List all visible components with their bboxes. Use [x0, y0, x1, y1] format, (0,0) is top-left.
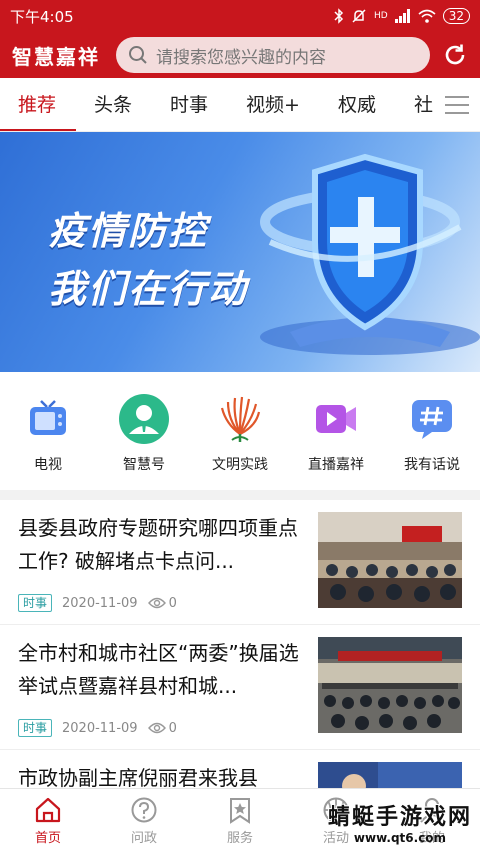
video-camera-icon — [316, 405, 356, 433]
tab-headlines[interactable]: 头条 — [94, 78, 132, 131]
shortcut-speak-up-label: 我有话说 — [404, 457, 460, 473]
category-tag: 时事 — [18, 594, 53, 612]
bluetooth-icon — [334, 8, 344, 24]
shortcut-grid: 电视 智慧号 文明实践 直播嘉祥 我有话说 — [0, 372, 480, 490]
header: 智慧嘉祥 请搜索您感兴趣的内容 — [0, 32, 480, 78]
news-thumbnail — [318, 512, 462, 608]
shortcut-live-jiaxiang[interactable]: 直播嘉祥 — [291, 394, 381, 474]
site-watermark: 蜻蜓手游戏网 www.qt6.com — [328, 799, 472, 845]
shortcut-civilization-practice[interactable]: 文明实践 — [195, 394, 285, 474]
tv-icon — [30, 400, 66, 435]
tab-current-affairs[interactable]: 时事 — [170, 78, 208, 131]
news-title: 县委县政府专题研究哪四项重点工作? 破解堵点卡点问... — [18, 516, 298, 573]
flame-icon — [220, 396, 261, 442]
status-icons: HD 32 — [334, 8, 470, 24]
search-icon — [129, 46, 147, 64]
shortcut-civilization-practice-label: 文明实践 — [212, 457, 268, 473]
tab-society[interactable]: 社 — [414, 78, 433, 131]
banner-headline: 疫情防控 我们在行动 — [48, 202, 248, 318]
eye-icon — [147, 597, 166, 609]
nav-home-label: 首页 — [34, 831, 61, 846]
news-meta: 时事 2020-11-09 0 — [18, 719, 308, 737]
shortcut-tv[interactable]: 电视 — [3, 394, 93, 474]
view-count: 0 — [147, 720, 177, 736]
shortcut-smart-account-label: 智慧号 — [123, 457, 165, 473]
section-divider — [0, 490, 480, 500]
news-date: 2020-11-09 — [62, 720, 138, 736]
nav-service-label: 服务 — [226, 831, 253, 846]
signal-icon — [394, 9, 410, 23]
news-item[interactable]: 县委县政府专题研究哪四项重点工作? 破解堵点卡点问... 时事 2020-11-… — [0, 500, 480, 625]
channel-tabs: 推荐 头条 时事 视频+ 权威 社 — [0, 78, 480, 132]
tab-authority[interactable]: 权威 — [338, 78, 376, 131]
hashtag-icon — [412, 400, 452, 439]
status-time: 下午4:05 — [10, 7, 74, 26]
news-thumbnail — [318, 637, 462, 733]
banner-line-2: 我们在行动 — [48, 267, 249, 311]
refresh-icon[interactable] — [442, 42, 468, 68]
view-count-value: 0 — [168, 720, 177, 736]
silent-icon — [352, 9, 366, 23]
tab-video[interactable]: 视频+ — [246, 78, 300, 131]
search-placeholder: 请搜索您感兴趣的内容 — [156, 47, 326, 68]
network-label: HD — [374, 11, 388, 21]
wifi-icon — [418, 9, 436, 23]
bookmark-star-icon — [230, 798, 250, 824]
app-logo-title: 智慧嘉祥 — [12, 44, 100, 69]
view-count-value: 0 — [168, 595, 177, 611]
question-icon — [131, 797, 157, 823]
person-icon — [119, 394, 169, 444]
banner-line-1: 疫情防控 — [48, 209, 209, 253]
news-list: 县委县政府专题研究哪四项重点工作? 破解堵点卡点问... 时事 2020-11-… — [0, 500, 480, 810]
tab-recommend[interactable]: 推荐 — [0, 78, 77, 131]
watermark-title: 蜻蜓手游戏网 — [327, 805, 472, 830]
conference-photo — [318, 637, 462, 733]
search-input[interactable]: 请搜索您感兴趣的内容 — [116, 37, 430, 73]
news-date: 2020-11-09 — [62, 595, 138, 611]
news-item[interactable]: 全市村和城市社区“两委”换届选举试点暨嘉祥县村和城... 时事 2020-11-… — [0, 625, 480, 750]
home-icon — [35, 797, 61, 823]
view-count: 0 — [147, 595, 177, 611]
shortcut-live-jiaxiang-label: 直播嘉祥 — [308, 457, 364, 473]
category-tag: 时事 — [18, 719, 53, 737]
meeting-photo — [318, 512, 462, 608]
nav-service[interactable]: 服务 — [192, 789, 288, 853]
banner-carousel[interactable]: 疫情防控 我们在行动 — [0, 132, 480, 372]
nav-home[interactable]: 首页 — [0, 789, 96, 853]
watermark-url: www.qt6.com — [353, 831, 447, 845]
nav-inquiry[interactable]: 问政 — [96, 789, 192, 853]
battery-indicator: 32 — [442, 8, 470, 24]
shortcut-tv-label: 电视 — [34, 457, 62, 473]
shortcut-speak-up[interactable]: 我有话说 — [387, 394, 477, 474]
status-bar: 下午4:05 HD 32 — [0, 0, 480, 32]
channel-menu-icon[interactable] — [434, 78, 480, 131]
news-title: 全市村和城市社区“两委”换届选举试点暨嘉祥县村和城... — [18, 641, 299, 698]
nav-inquiry-label: 问政 — [130, 831, 157, 846]
eye-icon — [147, 722, 166, 734]
shortcut-smart-account[interactable]: 智慧号 — [99, 394, 189, 474]
news-meta: 时事 2020-11-09 0 — [18, 594, 308, 612]
